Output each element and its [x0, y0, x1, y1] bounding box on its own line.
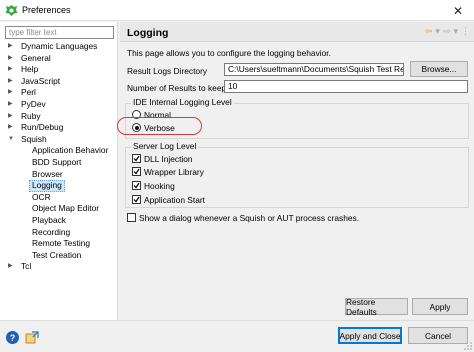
- tree-item[interactable]: ▶ JavaScript: [0, 76, 118, 88]
- settings-page: Logging ⇦ ▾ ⇨ ▾ ⋮ This page allows you t…: [120, 22, 474, 320]
- preferences-tree-panel: type filter text ▶ Dynamic Languages ▶ Gen…: [0, 22, 118, 320]
- result-logs-directory-input[interactable]: C:\Users\sueltmann\Documents\Squish Test…: [224, 63, 404, 76]
- chevron-right-icon: ▶: [8, 66, 13, 73]
- tree-item[interactable]: Playback: [0, 215, 118, 227]
- tree-item[interactable]: Remote Testing: [0, 238, 118, 250]
- tree-item[interactable]: ▶ Dynamic Languages: [0, 41, 118, 53]
- chevron-right-icon: ▶: [8, 89, 13, 96]
- tree-item[interactable]: ▶ PyDev: [0, 99, 118, 111]
- result-logs-label: Result Logs Directory: [127, 66, 208, 76]
- chevron-right-icon: ▶: [8, 100, 13, 107]
- page-description: This page allows you to configure the lo…: [127, 48, 331, 58]
- app-icon: [5, 5, 18, 16]
- tree-item[interactable]: Browser: [0, 169, 118, 181]
- menu-icon[interactable]: ⋮: [461, 25, 470, 38]
- close-window-button[interactable]: ✕: [442, 0, 474, 21]
- checkbox-checked: [132, 195, 141, 204]
- page-header: Logging ⇦ ▾ ⇨ ▾ ⋮: [120, 22, 474, 42]
- tree-item[interactable]: Object Map Editor: [0, 203, 118, 215]
- chevron-right-icon: ▶: [8, 124, 13, 131]
- server-log-group-title: Server Log Level: [131, 141, 199, 151]
- title-bar: Preferences ✕: [0, 0, 474, 21]
- tree-item-logging[interactable]: Logging: [0, 180, 118, 192]
- tree-item[interactable]: ▶ Tcl: [0, 261, 118, 273]
- chevron-right-icon: ▶: [8, 43, 13, 49]
- tree-item[interactable]: Recording: [0, 227, 118, 239]
- checkbox-unchecked: [127, 213, 136, 222]
- window-title: Preferences: [22, 5, 71, 15]
- apply-and-close-button[interactable]: Apply and Close: [338, 327, 402, 344]
- resize-grip-icon[interactable]: [464, 342, 472, 350]
- hooking-checkbox[interactable]: Hooking: [132, 180, 175, 191]
- apply-button[interactable]: Apply: [412, 298, 468, 315]
- back-arrow-icon[interactable]: ⇦: [425, 25, 433, 38]
- tree-item[interactable]: ▶ Perl: [0, 87, 118, 99]
- crash-dialog-checkbox[interactable]: Show a dialog whenever a Squish or AUT p…: [127, 212, 359, 223]
- chevron-right-icon: ▶: [8, 263, 13, 270]
- restore-defaults-button[interactable]: Restore Defaults: [345, 297, 408, 317]
- checkbox-checked: [132, 167, 141, 176]
- application-start-checkbox[interactable]: Application Start: [132, 194, 205, 205]
- wrapper-library-checkbox[interactable]: Wrapper Library: [132, 166, 204, 177]
- verbose-highlight-ring: [117, 117, 202, 135]
- cancel-button[interactable]: Cancel: [408, 327, 468, 344]
- tree-item[interactable]: Test Creation: [0, 250, 118, 262]
- tree-item[interactable]: OCR: [0, 192, 118, 204]
- tree-item[interactable]: BDD Support: [0, 157, 118, 169]
- chevron-down-icon: ▼: [8, 135, 14, 142]
- browse-button[interactable]: Browse...: [410, 61, 468, 77]
- chevron-right-icon: ▶: [8, 77, 13, 84]
- tree-item[interactable]: ▶ Run/Debug: [0, 122, 118, 134]
- tree-item-squish[interactable]: ▼ Squish: [0, 134, 118, 146]
- dialog-footer: ? Apply and Close Cancel: [0, 320, 474, 352]
- chevron-right-icon: ▶: [8, 112, 13, 119]
- checkbox-checked: [132, 181, 141, 190]
- dropdown-icon[interactable]: ▾: [435, 25, 440, 38]
- close-icon: ✕: [452, 3, 464, 18]
- tree-item[interactable]: ▶ General: [0, 53, 118, 65]
- dll-injection-checkbox[interactable]: DLL Injection: [132, 153, 193, 164]
- dropdown-icon[interactable]: ▾: [453, 25, 458, 38]
- num-results-input[interactable]: 10: [224, 80, 468, 93]
- chevron-right-icon: ▶: [8, 54, 13, 61]
- history-nav: ⇦ ▾ ⇨ ▾ ⋮: [425, 25, 470, 38]
- num-results-label: Number of Results to keep: [127, 83, 227, 93]
- tree-item[interactable]: ▶ Help: [0, 64, 118, 76]
- preferences-tree: ▶ Dynamic Languages ▶ General ▶ Help ▶ JavaS…: [0, 41, 118, 273]
- filter-input[interactable]: type filter text: [5, 26, 114, 39]
- forward-arrow-icon[interactable]: ⇨: [443, 25, 451, 38]
- help-icon[interactable]: ?: [6, 331, 19, 344]
- tree-item[interactable]: ▶ Ruby: [0, 111, 118, 123]
- import-export-icon[interactable]: [25, 331, 39, 344]
- tree-item[interactable]: Application Behavior: [0, 145, 118, 157]
- page-title: Logging: [127, 27, 169, 39]
- ide-logging-group-title: IDE Internal Logging Level: [131, 97, 234, 107]
- checkbox-checked: [132, 154, 141, 163]
